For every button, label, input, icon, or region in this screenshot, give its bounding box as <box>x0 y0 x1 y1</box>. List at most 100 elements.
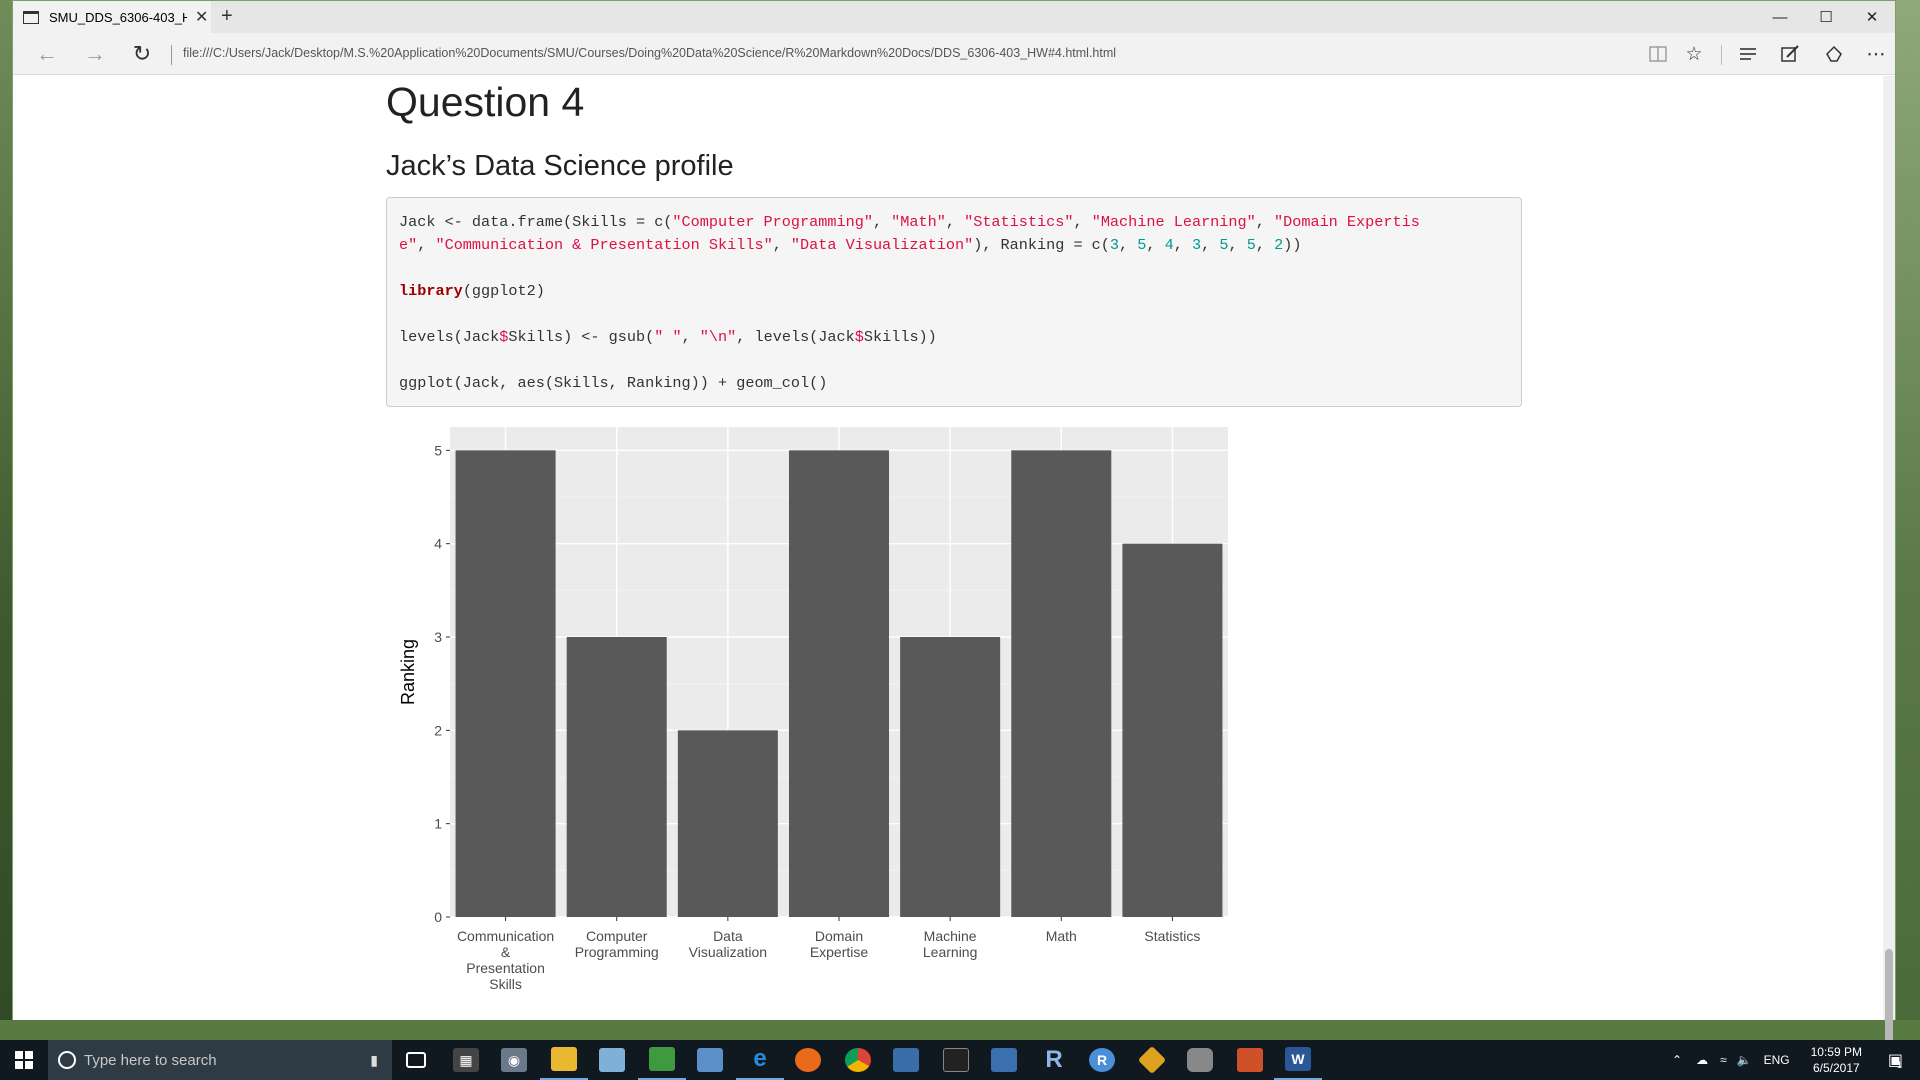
code-string: "Computer Programming" <box>672 213 873 231</box>
x-tick-label: Presentation <box>466 960 545 976</box>
address-bar: ← → ↻ file:///C:/Users/Jack/Desktop/M.S.… <box>13 33 1895 75</box>
browser-window: SMU_DDS_6306-403_H\ ✕ + — ☐ ✕ ← → ↻ file… <box>12 0 1896 1079</box>
code-token: , <box>1228 236 1247 254</box>
code-token: , <box>1073 213 1092 231</box>
taskbar-search-box[interactable]: Type here to search ▮ <box>48 1040 392 1080</box>
firefox-icon[interactable] <box>784 1040 832 1080</box>
code-keyword: library <box>399 282 463 300</box>
file-explorer-icon[interactable] <box>540 1040 588 1080</box>
desktop-wallpaper-left <box>0 0 12 1040</box>
onedrive-icon[interactable]: ☁ <box>1696 1053 1708 1067</box>
more-options-icon[interactable]: ⋯ <box>1861 40 1891 68</box>
code-string: "Communication & Presentation Skills" <box>435 236 773 254</box>
cortana-icon <box>58 1051 76 1069</box>
code-token: (ggplot2) <box>462 282 545 300</box>
bar <box>566 637 667 917</box>
system-tray: ⌃ ☁ ≈ 🔈 ENG <box>1672 1040 1790 1080</box>
python-icon[interactable] <box>980 1040 1028 1080</box>
code-number: 5 <box>1246 236 1256 254</box>
close-tab-icon[interactable]: ✕ <box>195 7 208 27</box>
code-string: "\n" <box>699 328 737 346</box>
matlab-icon[interactable] <box>1226 1040 1274 1080</box>
page-content: Question 4 Jack’s Data Science profile J… <box>13 76 1895 1020</box>
hub-icon[interactable] <box>1733 40 1763 68</box>
code-number: 2 <box>1274 236 1284 254</box>
url-field[interactable]: file:///C:/Users/Jack/Desktop/M.S.%20App… <box>183 46 1583 60</box>
share-icon[interactable] <box>1819 40 1849 68</box>
close-window-button[interactable]: ✕ <box>1849 1 1895 33</box>
desktop-wallpaper-right <box>1896 0 1920 1040</box>
forward-arrow-icon[interactable]: → <box>79 39 111 69</box>
code-block: Jack <- data.frame(Skills = c("Computer … <box>386 197 1522 407</box>
x-tick-label: Visualization <box>689 944 767 960</box>
action-center-icon[interactable]: ▣ 1 <box>1878 1040 1912 1080</box>
reading-view-icon[interactable] <box>1643 40 1673 68</box>
code-number: 4 <box>1164 236 1174 254</box>
task-view-icon[interactable] <box>392 1040 440 1080</box>
favorite-star-icon[interactable]: ☆ <box>1679 40 1709 68</box>
clock[interactable]: 10:59 PM 6/5/2017 <box>1811 1044 1862 1076</box>
tab-title: SMU_DDS_6306-403_H\ <box>49 9 187 25</box>
code-token: , <box>417 236 436 254</box>
x-tick-label: Computer <box>586 928 648 944</box>
code-token: , <box>1146 236 1165 254</box>
show-hidden-icons-icon[interactable]: ⌃ <box>1672 1053 1682 1067</box>
volume-icon[interactable]: 🔈 <box>1737 1053 1752 1067</box>
bar <box>1011 450 1112 917</box>
terminal-icon[interactable] <box>932 1040 980 1080</box>
code-number: 3 <box>1109 236 1120 254</box>
code-token: Skills)) <box>863 328 937 346</box>
code-string: e" <box>399 236 418 254</box>
minimize-button[interactable]: — <box>1757 1 1803 33</box>
microphone-icon[interactable]: ▮ <box>370 1052 378 1069</box>
url-divider <box>171 45 172 65</box>
code-token: Jack <- data.frame(Skills = c( <box>399 213 673 231</box>
document-viewer-icon[interactable] <box>686 1040 734 1080</box>
people-icon[interactable]: ◉ <box>490 1040 538 1080</box>
windows-logo-icon <box>15 1051 33 1069</box>
code-string: "Statistics" <box>964 213 1074 231</box>
vertical-scrollbar[interactable] <box>1883 76 1895 1079</box>
spreadsheet-app-icon[interactable] <box>638 1040 686 1080</box>
bar <box>900 637 1001 917</box>
code-token: , <box>1119 236 1138 254</box>
section-heading: Jack’s Data Science profile <box>386 150 734 182</box>
start-button[interactable] <box>0 1040 48 1080</box>
code-string: "Data Visualization" <box>790 236 974 254</box>
x-tick-label: Statistics <box>1144 928 1200 944</box>
word-icon[interactable]: W <box>1274 1040 1322 1080</box>
code-string: "Domain Expertis <box>1274 213 1420 231</box>
code-token: , <box>1255 236 1275 254</box>
remote-desktop-icon[interactable] <box>882 1040 930 1080</box>
browser-tab[interactable]: SMU_DDS_6306-403_H\ ✕ <box>13 1 211 33</box>
r-studio-icon[interactable]: R <box>1030 1040 1078 1080</box>
code-token: levels(Jack <box>399 328 500 346</box>
bar <box>1122 543 1223 917</box>
back-arrow-icon[interactable]: ← <box>31 39 63 69</box>
tab-bar: SMU_DDS_6306-403_H\ ✕ + — ☐ ✕ <box>13 1 1895 33</box>
r-gui-icon[interactable]: R <box>1078 1040 1126 1080</box>
notes-app-icon[interactable] <box>588 1040 636 1080</box>
y-tick-label: 1 <box>434 816 442 832</box>
code-number: 3 <box>1192 236 1202 254</box>
chrome-icon[interactable] <box>834 1040 882 1080</box>
chart-svg: 0 1 2 3 4 5 Communication&PresentationSkills Co… <box>398 427 1228 1020</box>
x-tick-label: Math <box>1046 928 1077 944</box>
x-tick-label: Skills <box>489 976 522 992</box>
new-tab-button[interactable]: + <box>221 5 233 28</box>
code-token: Skills) <- gsub( <box>508 328 655 346</box>
wifi-icon[interactable]: ≈ <box>1720 1053 1727 1067</box>
taskbar: Type here to search ▮ ▦ ◉ e R R W ⌃ ☁ ≈ … <box>0 1040 1920 1080</box>
calculator-icon[interactable]: ▦ <box>442 1040 490 1080</box>
x-tick-label: Domain <box>815 928 863 944</box>
git-icon[interactable] <box>1128 1040 1176 1080</box>
code-line: e", "Communication & Presentation Skills… <box>399 234 1509 257</box>
language-indicator[interactable]: ENG <box>1764 1053 1790 1067</box>
web-note-icon[interactable] <box>1775 40 1805 68</box>
edge-browser-icon[interactable]: e <box>736 1040 784 1080</box>
database-icon[interactable] <box>1176 1040 1224 1080</box>
page-title: Question 4 <box>386 79 585 125</box>
bar <box>677 730 778 917</box>
maximize-button[interactable]: ☐ <box>1803 1 1849 33</box>
refresh-icon[interactable]: ↻ <box>126 39 158 69</box>
